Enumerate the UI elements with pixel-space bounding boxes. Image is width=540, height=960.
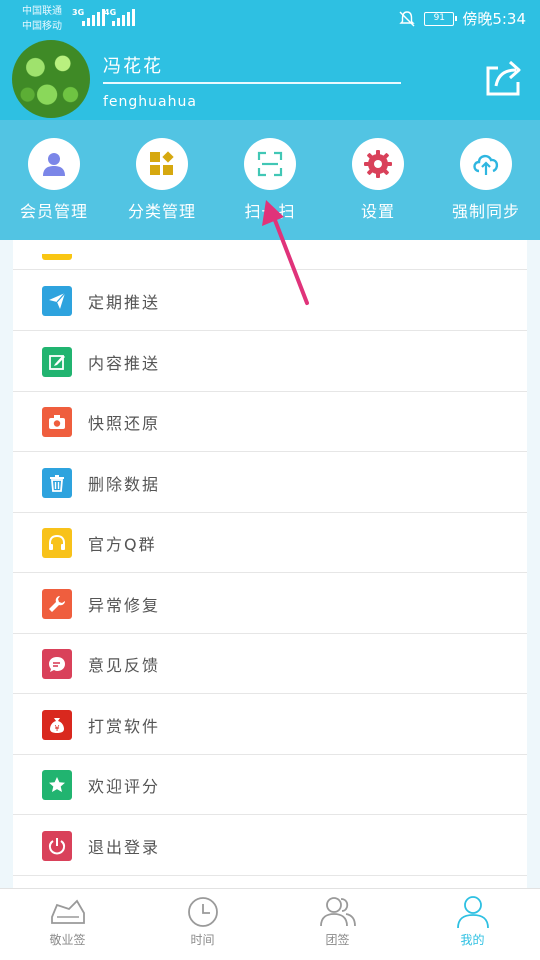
menu-label: 异常修复 [88, 595, 161, 615]
tab-time[interactable]: 时间 [135, 889, 270, 960]
gear-icon [364, 150, 392, 178]
name-divider [103, 82, 401, 84]
menu-item-delete-data[interactable]: 删除数据 [13, 453, 527, 513]
member-icon [43, 153, 65, 176]
action-circle [28, 138, 80, 190]
svg-text:¥: ¥ [54, 724, 59, 733]
menu-item-official-qq-group[interactable]: 官方Q群 [13, 513, 527, 573]
battery-icon: 91 [424, 11, 458, 26]
tab-label: 时间 [190, 933, 215, 947]
send-icon [42, 285, 72, 316]
menu-label: 意见反馈 [88, 655, 161, 675]
action-circle [460, 138, 512, 190]
force-sync-button[interactable]: 强制同步 [432, 138, 540, 222]
tab-label: 我的 [460, 933, 485, 947]
menu-label: 内容推送 [88, 353, 161, 373]
menu-label: 定期推送 [88, 292, 161, 312]
tab-jingyeqian[interactable]: 敬业签 [0, 889, 135, 960]
menu-item-snapshot-restore[interactable]: 快照还原 [13, 392, 527, 452]
power-icon [42, 830, 72, 861]
star-icon [42, 769, 72, 800]
member-management-button[interactable]: 会员管理 [0, 138, 108, 222]
menu-item-scheduled-push[interactable]: 定期推送 [13, 271, 527, 331]
feedback-icon [42, 648, 72, 679]
trash-icon [42, 467, 72, 498]
menu-label: 删除数据 [88, 474, 161, 494]
headset-icon [42, 527, 72, 558]
action-label: 强制同步 [451, 202, 520, 221]
camera-icon [42, 406, 72, 437]
partial-icon [42, 254, 72, 260]
tab-label: 敬业签 [49, 933, 86, 947]
group-icon [319, 897, 356, 927]
action-label: 设置 [360, 202, 395, 221]
profile-header: 中国联通 中国移动 3G 4G 91 傍晚5:34 冯花花 fenghuahua [0, 0, 540, 120]
list-item-partial[interactable] [13, 240, 527, 270]
profile-name[interactable]: 冯花花 [103, 52, 163, 78]
carrier-labels: 中国联通 中国移动 [22, 4, 62, 34]
signal-icon [82, 8, 105, 26]
menu-item-error-repair[interactable]: 异常修复 [13, 574, 527, 634]
carrier-2: 中国移动 [22, 21, 62, 32]
action-circle [352, 138, 404, 190]
share-icon[interactable] [482, 58, 524, 98]
menu-label: 欢迎评分 [88, 776, 161, 796]
carrier-1: 中国联通 [22, 6, 62, 17]
menu-label: 官方Q群 [88, 534, 157, 554]
action-circle [244, 138, 296, 190]
tab-group[interactable]: 团签 [270, 889, 405, 960]
action-label: 扫一扫 [244, 202, 296, 221]
sync-icon [473, 154, 499, 175]
status-time: 傍晚5:34 [462, 10, 526, 28]
menu-list: 定期推送 内容推送 快照还原 删除数据 官方Q群 异常修复 意见反馈 ¥ 打赏软… [13, 240, 527, 888]
category-management-button[interactable]: 分类管理 [108, 138, 216, 222]
wrench-icon [42, 588, 72, 619]
menu-label: 退出登录 [88, 837, 161, 857]
tab-mine[interactable]: 我的 [405, 889, 540, 960]
avatar[interactable] [12, 40, 90, 118]
action-label: 分类管理 [127, 202, 196, 221]
note-icon [50, 899, 85, 924]
edit-icon [42, 346, 72, 377]
scan-button[interactable]: 扫一扫 [216, 138, 324, 222]
action-label: 会员管理 [19, 202, 88, 221]
action-circle [136, 138, 188, 190]
scan-icon [257, 151, 283, 177]
bottom-nav: 敬业签 时间 团签 我的 [0, 888, 540, 960]
menu-label: 打赏软件 [88, 716, 161, 736]
category-icon [150, 151, 174, 175]
status-right: 91 傍晚5:34 [398, 8, 526, 29]
menu-label: 快照还原 [88, 413, 161, 433]
person-icon [456, 896, 489, 929]
menu-item-tip-software[interactable]: ¥ 打赏软件 [13, 695, 527, 755]
tab-label: 团签 [325, 933, 350, 947]
quick-actions: 会员管理 分类管理 扫一扫 设置 强制同步 [0, 120, 540, 240]
mute-bell-icon [399, 10, 416, 26]
settings-button[interactable]: 设置 [324, 138, 432, 222]
menu-item-logout[interactable]: 退出登录 [13, 816, 527, 876]
signal-icon-2 [112, 8, 135, 26]
clock-icon [187, 897, 218, 927]
money-bag-icon: ¥ [42, 709, 72, 740]
status-bar: 中国联通 中国移动 3G 4G 91 傍晚5:34 [0, 0, 540, 36]
menu-item-rate-app[interactable]: 欢迎评分 [13, 755, 527, 815]
profile-account: fenghuahua [103, 94, 197, 110]
menu-item-content-push[interactable]: 内容推送 [13, 332, 527, 392]
menu-item-feedback[interactable]: 意见反馈 [13, 634, 527, 694]
